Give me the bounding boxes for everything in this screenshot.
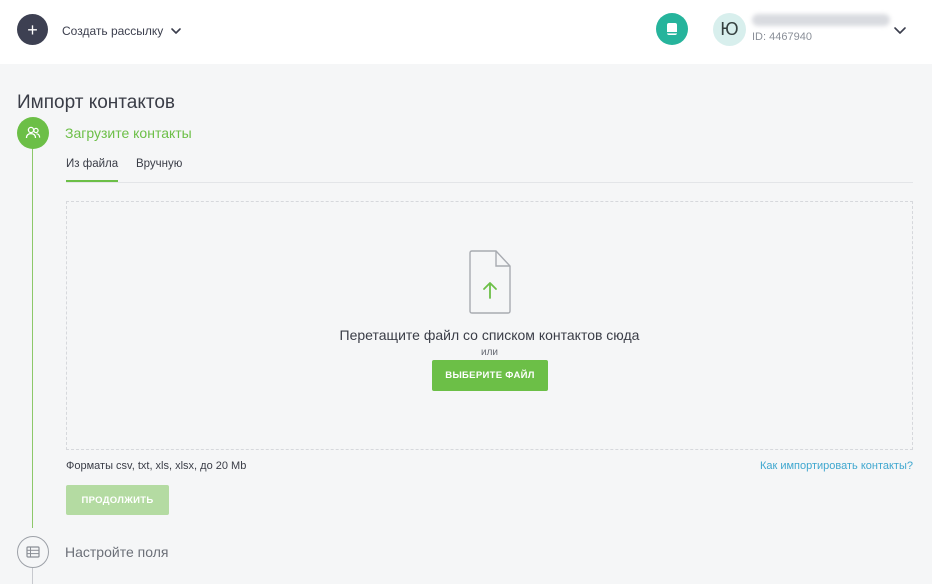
- file-upload-icon: [469, 250, 511, 314]
- page-title: Импорт контактов: [17, 92, 176, 113]
- avatar-letter: Ю: [720, 19, 739, 39]
- create-campaign-button[interactable]: +: [17, 14, 48, 45]
- plus-icon: +: [27, 19, 38, 40]
- users-icon: [25, 126, 41, 139]
- tab-from-file[interactable]: Из файла: [66, 158, 119, 182]
- step-title-upload: Загрузите контакты: [65, 125, 192, 141]
- top-bar: + Создать рассылку Ю ID: 4467940: [0, 0, 932, 64]
- step-connector: [32, 148, 33, 528]
- dropzone-or: или: [480, 347, 498, 358]
- step-indicator-fields: [17, 536, 49, 568]
- formats-note: Форматы csv, txt, xls, xlsx, до 20 Mb: [66, 460, 247, 472]
- create-campaign-menu[interactable]: Создать рассылку: [62, 22, 183, 40]
- step-title-fields: Настройте поля: [65, 544, 169, 560]
- chevron-down-icon: [171, 28, 182, 34]
- chevron-down-icon[interactable]: [892, 22, 908, 38]
- blurred-email: [752, 14, 890, 26]
- step-indicator-upload: [17, 117, 49, 149]
- continue-button[interactable]: ПРОДОЛЖИТЬ: [66, 485, 169, 515]
- table-icon: [26, 546, 40, 558]
- choose-file-button[interactable]: ВЫБЕРИТЕ ФАЙЛ: [432, 360, 548, 391]
- import-tabs: Из файла Вручную: [66, 152, 913, 183]
- tab-manual[interactable]: Вручную: [136, 158, 182, 180]
- dropzone-text: Перетащите файл со списком контактов сюд…: [339, 327, 640, 343]
- book-icon: [667, 23, 677, 35]
- step-connector: [32, 568, 33, 584]
- user-id: ID: 4467940: [752, 31, 812, 43]
- how-to-import-link[interactable]: Как импортировать контакты?: [760, 460, 913, 472]
- help-button[interactable]: [656, 13, 688, 45]
- create-campaign-label: Создать рассылку: [62, 24, 164, 38]
- file-dropzone[interactable]: Перетащите файл со списком контактов сюд…: [66, 201, 913, 450]
- avatar[interactable]: Ю: [713, 13, 746, 46]
